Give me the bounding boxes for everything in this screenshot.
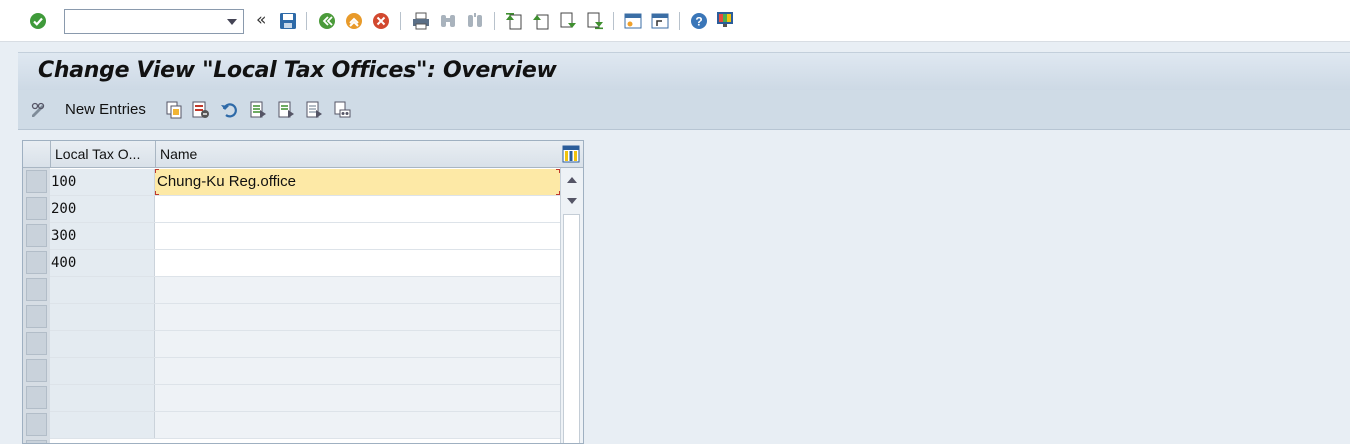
local-tax-office-cell: 300: [50, 223, 155, 249]
row-selector[interactable]: [26, 170, 47, 193]
new-entries-button[interactable]: New Entries: [65, 101, 146, 118]
table-row[interactable]: 400: [50, 250, 560, 277]
print-icon[interactable]: [412, 12, 430, 30]
local-tax-offices-table: Local Tax O... Name 100 Chung-Ku Reg.off…: [22, 140, 584, 444]
row-selector[interactable]: [26, 305, 47, 328]
row-selector[interactable]: [26, 359, 47, 382]
row-selector[interactable]: [26, 413, 47, 436]
svg-text:?: ?: [695, 15, 702, 29]
scroll-up-icon[interactable]: [567, 177, 577, 183]
name-cell[interactable]: [155, 223, 560, 249]
focus-corner: [155, 169, 159, 173]
empty-cell: [155, 358, 560, 384]
empty-table-row: [50, 412, 560, 439]
command-input[interactable]: [67, 12, 217, 31]
separator: [613, 12, 614, 30]
name-cell[interactable]: [155, 250, 560, 276]
exit-icon[interactable]: [345, 12, 363, 30]
command-field[interactable]: [64, 9, 244, 34]
empty-cell: [155, 331, 560, 357]
help-icon[interactable]: ?: [690, 12, 708, 30]
chevron-down-icon[interactable]: [227, 19, 237, 25]
application-toolbar: New Entries: [18, 90, 1350, 130]
separator: [494, 12, 495, 30]
row-selector[interactable]: [26, 197, 47, 220]
table-settings-icon[interactable]: [562, 145, 580, 163]
scroll-down-icon[interactable]: [567, 198, 577, 204]
empty-cell: [50, 277, 155, 303]
row-selector[interactable]: [26, 332, 47, 355]
last-page-icon[interactable]: [586, 12, 604, 30]
page-title: Change View "Local Tax Offices": Overvie…: [38, 58, 557, 83]
empty-cell: [155, 304, 560, 330]
table-row[interactable]: 200: [50, 196, 560, 223]
cancel-icon[interactable]: [372, 12, 390, 30]
separator: [400, 12, 401, 30]
empty-cell: [50, 358, 155, 384]
column-divider: [50, 141, 51, 168]
empty-table-row: [50, 385, 560, 412]
empty-cell: [50, 385, 155, 411]
empty-cell: [50, 412, 155, 438]
find-icon[interactable]: [439, 12, 457, 30]
collapse-icon[interactable]: «: [256, 10, 266, 30]
empty-table-row: [50, 358, 560, 385]
next-page-icon[interactable]: [559, 12, 577, 30]
display-change-icon[interactable]: [30, 101, 48, 119]
separator: [679, 12, 680, 30]
title-bar: Change View "Local Tax Offices": Overvie…: [18, 52, 1350, 90]
name-cell[interactable]: Chung-Ku Reg.office: [155, 169, 560, 195]
empty-cell: [50, 331, 155, 357]
select-block-icon[interactable]: [277, 101, 295, 119]
back-icon[interactable]: [318, 12, 336, 30]
empty-table-row: [50, 277, 560, 304]
local-tax-office-cell: 100: [50, 169, 155, 195]
new-session-icon[interactable]: [624, 12, 642, 30]
separator: [306, 12, 307, 30]
first-page-icon[interactable]: [505, 12, 523, 30]
system-toolbar: « ?: [0, 0, 1350, 42]
empty-table-row: [50, 331, 560, 358]
delete-icon[interactable]: [192, 101, 210, 119]
previous-page-icon[interactable]: [532, 12, 550, 30]
save-icon[interactable]: [279, 12, 297, 30]
name-cell[interactable]: [155, 196, 560, 222]
empty-table-row: [50, 304, 560, 331]
row-selector[interactable]: [26, 440, 47, 443]
focus-corner: [155, 191, 159, 195]
find-next-icon[interactable]: [466, 12, 484, 30]
check-icon[interactable]: [29, 12, 47, 30]
empty-cell: [155, 277, 560, 303]
scrollbar-track[interactable]: [563, 214, 580, 443]
table-row[interactable]: 100 Chung-Ku Reg.office: [50, 169, 560, 196]
local-tax-office-cell: 200: [50, 196, 155, 222]
print-list-icon[interactable]: [333, 101, 351, 119]
vertical-scrollbar[interactable]: [560, 168, 583, 443]
column-header-local-tax-office[interactable]: Local Tax O...: [50, 141, 155, 168]
row-selector[interactable]: [26, 251, 47, 274]
customize-layout-icon[interactable]: [716, 11, 734, 29]
row-selector[interactable]: [26, 386, 47, 409]
deselect-all-icon[interactable]: [305, 101, 323, 119]
table-row[interactable]: 300: [50, 223, 560, 250]
row-selector[interactable]: [26, 278, 47, 301]
column-header-name[interactable]: Name: [155, 141, 555, 168]
undo-icon[interactable]: [220, 101, 238, 119]
copy-as-icon[interactable]: [165, 101, 183, 119]
empty-cell: [155, 412, 560, 438]
select-all-icon[interactable]: [249, 101, 267, 119]
local-tax-office-cell: 400: [50, 250, 155, 276]
shortcut-icon[interactable]: [651, 12, 669, 30]
table-header: Local Tax O... Name: [23, 141, 583, 168]
row-selector-column: [23, 168, 50, 443]
empty-cell: [50, 304, 155, 330]
empty-cell: [155, 385, 560, 411]
row-selector[interactable]: [26, 224, 47, 247]
